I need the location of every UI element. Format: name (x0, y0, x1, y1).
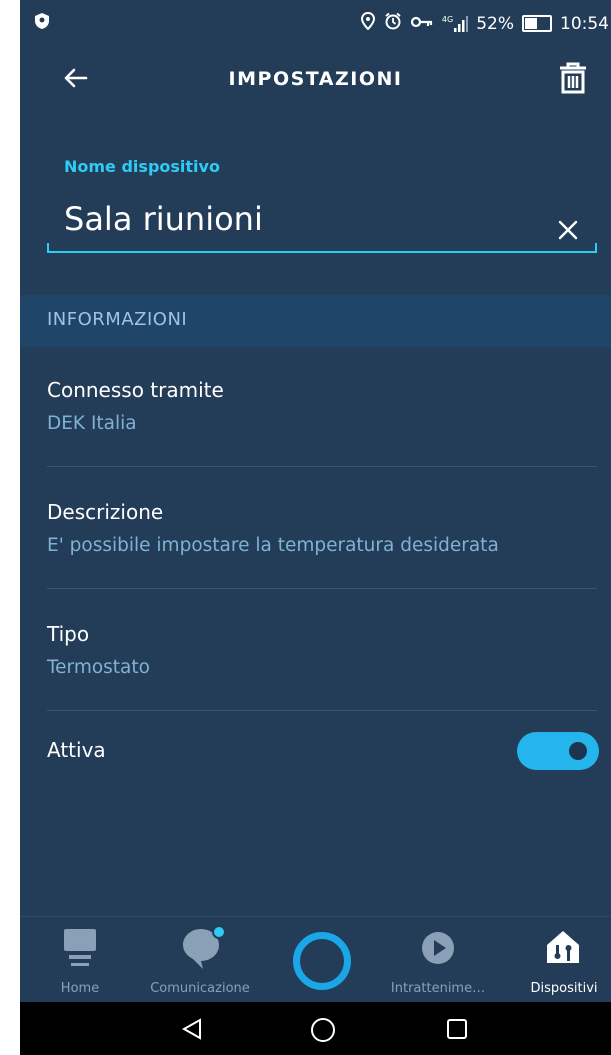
toggle-knob (569, 742, 587, 760)
alarm-icon (384, 12, 402, 35)
shield-icon (34, 12, 50, 35)
description-title: Descrizione (47, 500, 164, 524)
nav-intrattenimento-label: Intrattenime… (390, 981, 486, 996)
nav-home[interactable]: Home (48, 917, 112, 1003)
trash-icon[interactable] (556, 60, 590, 96)
divider (47, 710, 597, 711)
clock: 10:54 (560, 13, 609, 34)
close-icon[interactable] (556, 218, 580, 242)
signal-icon: 4G (441, 14, 469, 32)
input-underline (47, 243, 597, 253)
nav-comunicazione-label: Comunicazione (150, 981, 250, 996)
type-value: Termostato (47, 657, 150, 678)
top-app-bar: IMPOSTAZIONI (20, 46, 611, 112)
vpn-key-icon (410, 14, 434, 34)
home-icon (62, 929, 98, 975)
nav-comunicazione[interactable]: Comunicazione (145, 917, 255, 1003)
devices-icon (545, 929, 581, 969)
location-icon (360, 11, 376, 35)
connected-via-value: DEK Italia (47, 413, 137, 434)
back-triangle-icon[interactable] (180, 1017, 204, 1045)
divider (47, 466, 597, 467)
status-bar: 4G 52% 10:54 (20, 0, 611, 46)
active-toggle[interactable] (517, 732, 599, 770)
type-title: Tipo (47, 622, 90, 646)
nav-dispositivi-label: Dispositivi (530, 981, 598, 996)
section-title: INFORMAZIONI (47, 309, 188, 330)
nav-dispositivi[interactable]: Dispositivi (520, 917, 608, 1003)
connected-via-title: Connesso tramite (47, 378, 224, 402)
nav-home-label: Home (60, 981, 100, 996)
play-icon (421, 931, 455, 969)
device-name-label: Nome dispositivo (64, 157, 220, 176)
app-screen: 4G 52% 10:54 IMPOSTAZIONI Nome dispositi… (20, 0, 611, 1055)
home-circle-icon[interactable] (310, 1017, 336, 1047)
active-label: Attiva (47, 738, 106, 762)
network-type: 4G (441, 14, 454, 24)
chat-icon (181, 925, 229, 975)
divider (47, 588, 597, 589)
description-value: E' possibile impostare la temperatura de… (47, 535, 499, 556)
battery-icon (522, 15, 552, 32)
battery-percent: 52% (476, 13, 514, 34)
page-title: IMPOSTAZIONI (228, 68, 403, 90)
recents-square-icon[interactable] (446, 1018, 468, 1044)
nav-intrattenimento[interactable]: Intrattenime… (378, 917, 498, 1003)
alexa-ring-icon[interactable] (293, 932, 351, 990)
device-name-input[interactable]: Sala riunioni (64, 200, 263, 238)
system-navigation-bar (20, 1002, 611, 1055)
section-header-informazioni: INFORMAZIONI (20, 295, 611, 347)
